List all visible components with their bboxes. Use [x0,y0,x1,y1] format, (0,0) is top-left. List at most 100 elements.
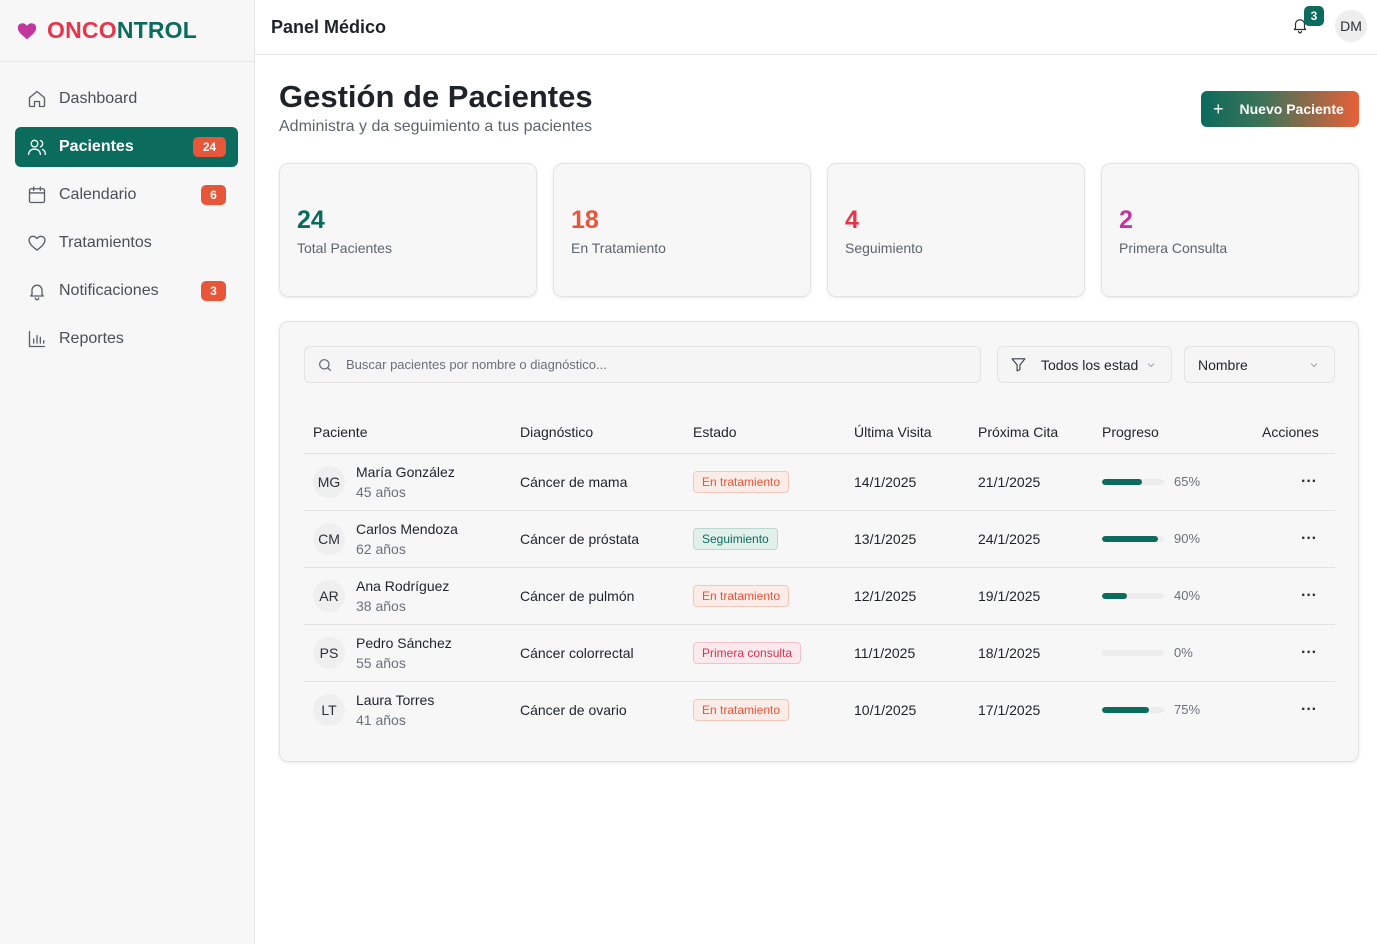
count-badge: 24 [193,137,226,157]
progress-bar [1102,706,1164,713]
column-header[interactable]: Progreso [1093,412,1253,454]
progress-indicator: 90% [1102,531,1253,546]
stat-value: 24 [297,206,325,234]
column-header[interactable]: Última Visita [845,412,969,454]
bar-chart-icon [28,330,46,348]
patient-name[interactable]: María González [356,462,455,482]
sidebar-item-dashboard[interactable]: Dashboard [15,79,238,119]
progress-percent: 90% [1174,531,1201,546]
patient-name[interactable]: Pedro Sánchez [356,633,452,653]
next-visit-cell: 21/1/2025 [969,453,1093,511]
patient-cell: PS Pedro Sánchez 55 años [304,624,511,682]
table-row[interactable]: LT Laura Torres 41 años Cáncer de ovario En … [304,681,1335,738]
patient-name[interactable]: Ana Rodríguez [356,576,449,596]
next-visit-cell: 24/1/2025 [969,510,1093,568]
progress-indicator: 40% [1102,588,1253,603]
progress-bar [1102,535,1164,542]
search-input[interactable] [346,357,946,372]
column-header[interactable]: Estado [684,412,845,454]
patients-table-card: Todos los estados Nombre Paciente Diagnó… [279,321,1359,762]
chevron-down-icon [1310,362,1318,367]
column-header[interactable]: Próxima Cita [969,412,1093,454]
stat-value: 4 [845,206,859,234]
home-icon [28,90,46,108]
progress-bar [1102,592,1164,599]
progress-cell: 40% [1093,567,1253,625]
next-visit-cell: 17/1/2025 [978,701,1041,718]
patient-info: PS Pedro Sánchez 55 años [313,633,511,673]
table-row[interactable]: PS Pedro Sánchez 55 años Cáncer colorrectal… [304,624,1335,682]
progress-cell: 90% [1093,510,1253,568]
table-row[interactable]: AR Ana Rodríguez 38 años Cáncer de pulmón En… [304,567,1335,625]
sidebar-item-tratamientos[interactable]: Tratamientos [15,223,238,263]
status-badge: En tratamiento [693,470,790,493]
sidebar-item-reportes[interactable]: Reportes [15,319,238,359]
topbar-title: Panel Médico [271,16,387,37]
more-horizontal-icon[interactable]: ··· [1301,531,1317,547]
sidebar-item-label: Tratamientos [59,234,152,251]
stat-label: En Tratamiento [571,240,666,256]
patient-name[interactable]: Laura Torres [356,690,434,710]
stats-row: 24 Total Pacientes 18 En Tratamiento 4 S… [279,163,1359,297]
actions-cell: ··· [1253,453,1335,511]
sidebar-item-calendario[interactable]: Calendario 6 [15,175,238,215]
progress-indicator: 75% [1102,702,1253,717]
patients-table: Paciente Diagnóstico Estado Última Visit… [304,412,1335,738]
page-title: Gestión de Pacientes [279,79,593,114]
more-horizontal-icon[interactable]: ··· [1301,588,1317,604]
status-filter-value: Todos los estados [1041,356,1139,373]
stat-card-seguimiento: 4 Seguimiento [827,163,1085,297]
sort-select[interactable]: Nombre [1184,346,1335,383]
patient-age: 45 años [356,483,406,500]
progress-indicator: 0% [1102,645,1253,660]
column-header[interactable]: Diagnóstico [511,412,684,454]
more-horizontal-icon[interactable]: ··· [1301,645,1317,661]
progress-bar [1102,478,1164,485]
actions-cell: ··· [1253,510,1335,568]
last-visit-cell: 11/1/2025 [845,624,969,682]
stat-value: 18 [571,206,599,234]
status-badge: Primera consulta [693,641,802,664]
actions-cell: ··· [1253,681,1335,738]
count-badge: 6 [201,185,226,205]
sidebar-item-pacientes[interactable]: Pacientes 24 [15,127,238,167]
patient-age: 62 años [356,540,406,557]
more-horizontal-icon[interactable]: ··· [1301,474,1317,490]
column-header[interactable]: Paciente [304,412,511,454]
table-row[interactable]: MG María González 45 años Cáncer de mama En … [304,453,1335,511]
sidebar-item-label: Calendario [59,186,137,203]
status-cell: En tratamiento [684,681,845,738]
patient-avatar: PS [313,636,345,669]
sidebar: ONCONTROL Dashboard Pacientes 24 Calenda… [0,0,255,944]
diagnosis-cell: Cáncer de ovario [520,701,627,718]
stat-card-en-tratamiento: 18 En Tratamiento [553,163,811,297]
patient-avatar: AR [313,579,345,612]
diagnosis-cell: Cáncer de mama [511,453,684,511]
bell-icon [30,284,44,301]
stat-card-primera-consulta: 2 Primera Consulta [1101,163,1359,297]
more-horizontal-icon[interactable]: ··· [1301,702,1317,718]
next-visit-cell: 18/1/2025 [969,624,1093,682]
last-visit-cell: 14/1/2025 [845,453,969,511]
patient-cell: LT Laura Torres 41 años [304,681,511,738]
progress-bar-fill [1102,592,1127,599]
user-avatar[interactable]: DM [1335,10,1367,42]
patient-cell: CM Carlos Mendoza 62 años [304,510,511,568]
heart-icon [17,22,37,39]
last-visit-cell: 10/1/2025 [854,701,917,718]
sidebar-item-notificaciones[interactable]: Notificaciones 3 [15,271,238,311]
new-patient-button[interactable]: + Nuevo Paciente [1201,91,1359,127]
patient-name[interactable]: Carlos Mendoza [356,519,458,539]
table-row[interactable]: CM Carlos Mendoza 62 años Cáncer de próstat… [304,510,1335,568]
progress-bar-fill [1102,535,1158,542]
patient-cell: AR Ana Rodríguez 38 años [304,567,511,625]
progress-bar-fill [1102,706,1149,713]
progress-indicator: 65% [1102,474,1253,489]
status-filter-select[interactable]: Todos los estados [997,346,1172,383]
stat-value: 2 [1119,206,1133,234]
brand-logo[interactable]: ONCONTROL [0,0,254,62]
progress-cell: 65% [1093,453,1253,511]
last-visit-cell: 13/1/2025 [845,510,969,568]
progress-cell: 75% [1093,681,1253,738]
status-cell: Primera consulta [684,624,845,682]
